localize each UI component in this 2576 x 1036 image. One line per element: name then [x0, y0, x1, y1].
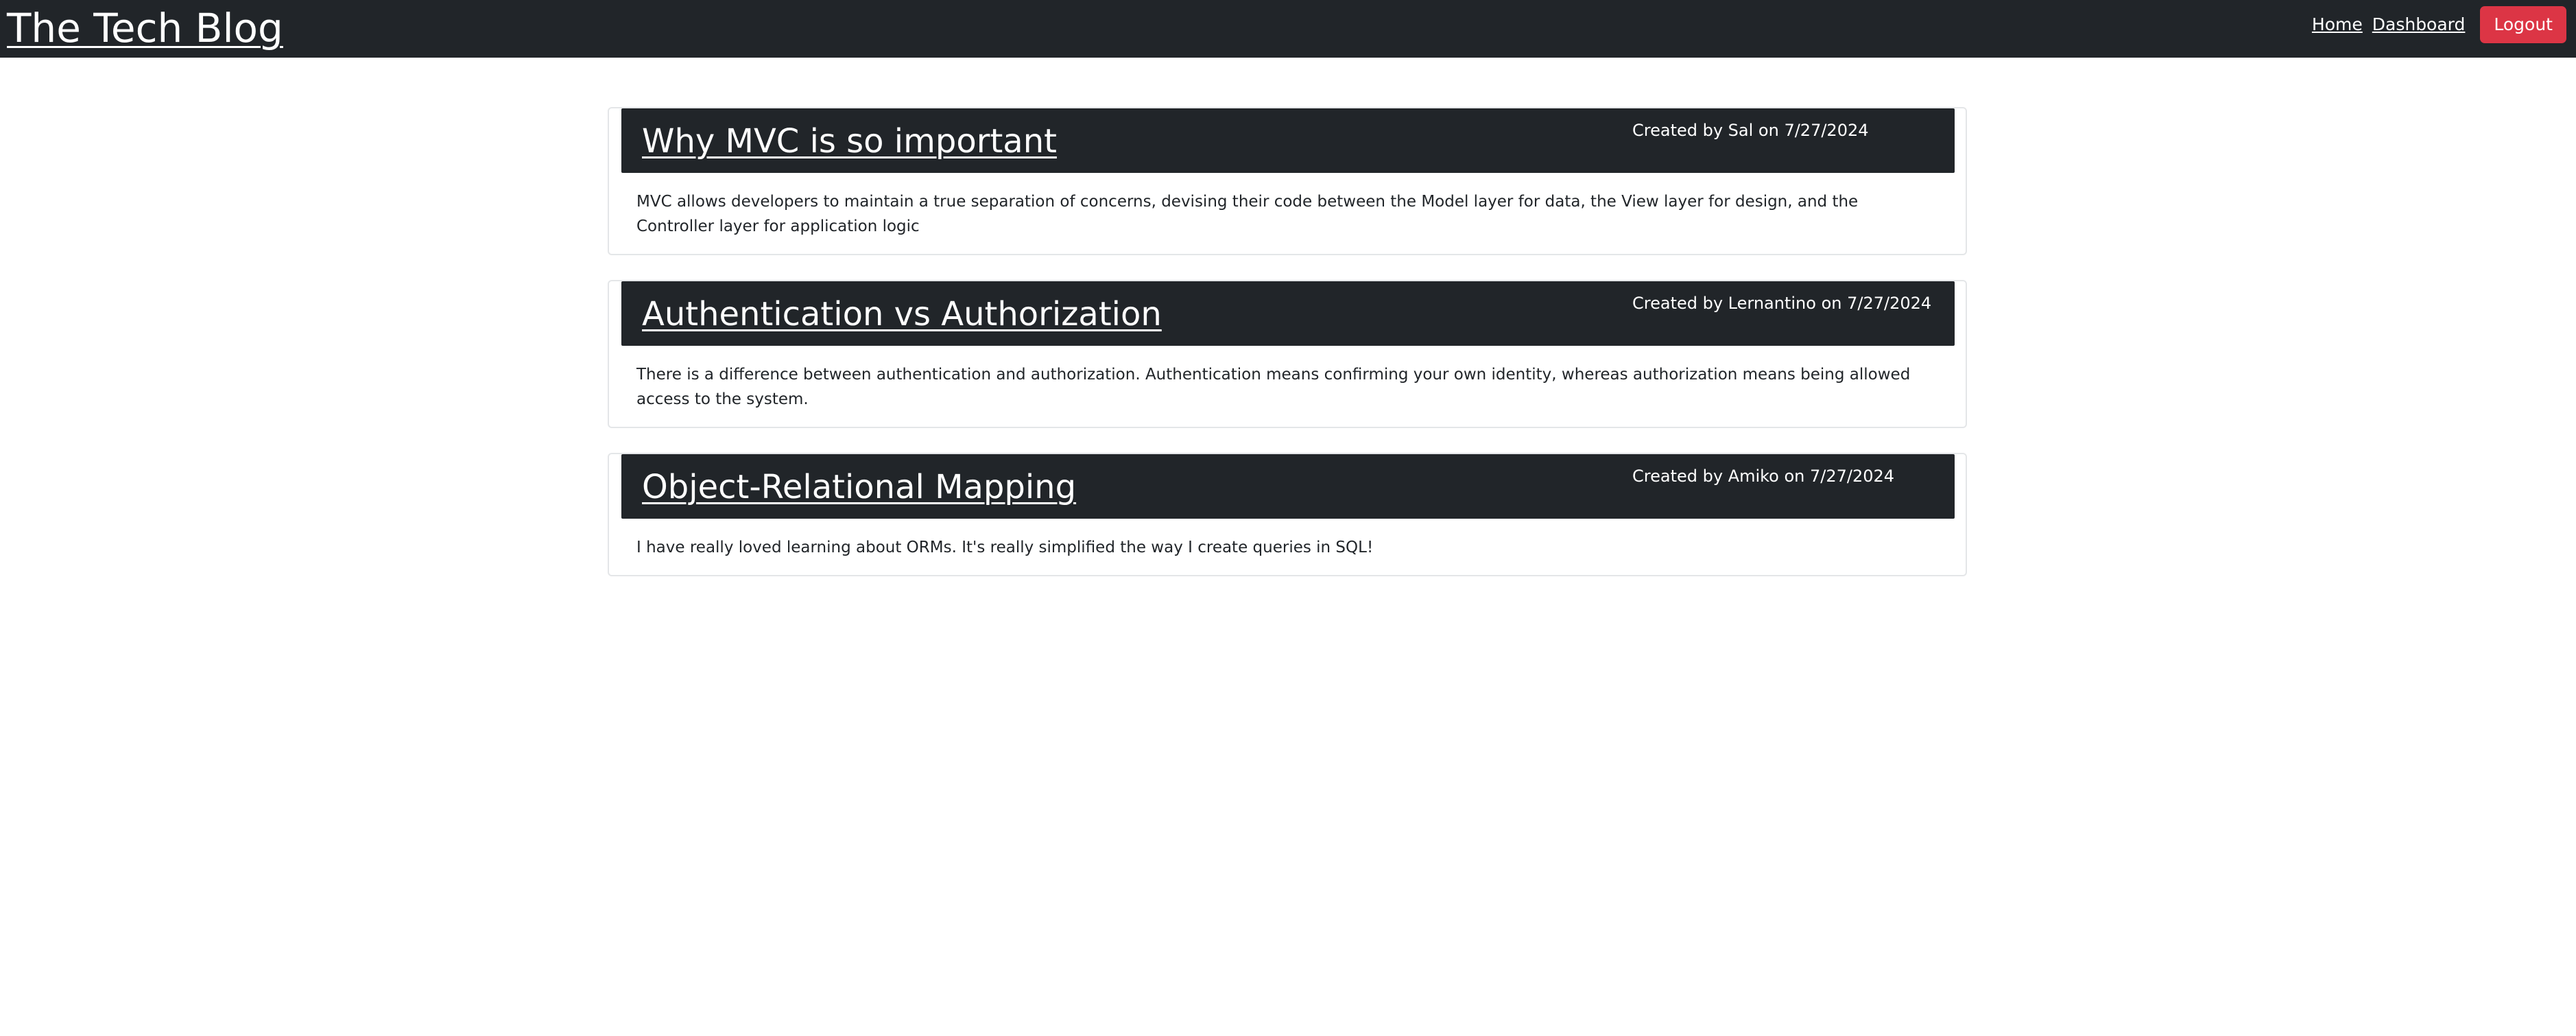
logout-button[interactable]: Logout — [2480, 6, 2566, 43]
nav-dashboard-link[interactable]: Dashboard — [2372, 6, 2466, 43]
post-card: Object-Relational Mapping Created by Ami… — [608, 453, 1967, 576]
post-header: Why MVC is so important Created by Sal o… — [621, 108, 1955, 173]
post-title-link[interactable]: Object-Relational Mapping — [642, 460, 1076, 515]
nav-links: Home Dashboard Logout — [2312, 6, 2566, 43]
post-title-link[interactable]: Authentication vs Authorization — [642, 287, 1162, 342]
post-header: Object-Relational Mapping Created by Ami… — [621, 454, 1955, 519]
post-body: I have really loved learning about ORMs.… — [636, 539, 1374, 556]
post-meta: Created by Lernantino on 7/27/2024 — [1632, 294, 1932, 313]
post-title-link[interactable]: Why MVC is so important — [642, 114, 1057, 169]
top-navbar: The Tech Blog Home Dashboard Logout — [0, 0, 2576, 58]
post-header: Authentication vs Authorization Created … — [621, 281, 1955, 346]
nav-home-link[interactable]: Home — [2312, 6, 2363, 43]
post-meta: Created by Amiko on 7/27/2024 — [1632, 467, 1895, 486]
post-card: Authentication vs Authorization Created … — [608, 280, 1967, 428]
post-list: Why MVC is so important Created by Sal o… — [608, 107, 1967, 601]
site-brand-link[interactable]: The Tech Blog — [7, 3, 283, 54]
post-card: Why MVC is so important Created by Sal o… — [608, 107, 1967, 255]
post-body: There is a difference between authentica… — [636, 366, 1911, 408]
post-body: MVC allows developers to maintain a true… — [636, 193, 1859, 235]
post-meta: Created by Sal on 7/27/2024 — [1632, 121, 1869, 140]
